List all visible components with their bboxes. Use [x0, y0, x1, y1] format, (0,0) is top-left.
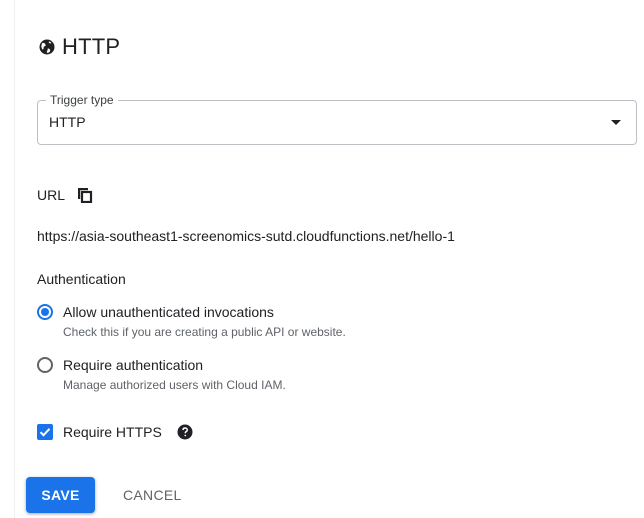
require-https-checkbox[interactable] — [37, 424, 53, 440]
copy-icon[interactable] — [77, 187, 93, 204]
panel-title: HTTP — [62, 34, 121, 59]
require-https-row[interactable]: Require HTTPS — [37, 423, 194, 441]
url-label: URL — [37, 187, 66, 203]
url-row: URL — [37, 187, 93, 204]
trigger-type-label: Trigger type — [46, 93, 118, 107]
allow-unauthenticated-option[interactable]: Allow unauthenticated invocations Check … — [37, 303, 346, 339]
cancel-button[interactable]: CANCEL — [111, 477, 194, 513]
require-authentication-text: Require authentication Manage authorized… — [63, 356, 286, 392]
require-authentication-radio[interactable] — [37, 357, 53, 373]
require-authentication-option[interactable]: Require authentication Manage authorized… — [37, 356, 286, 392]
require-https-label: Require HTTPS — [63, 424, 162, 440]
allow-unauthenticated-help: Check this if you are creating a public … — [63, 325, 346, 339]
dropdown-arrow-icon[interactable] — [611, 120, 621, 125]
require-authentication-label: Require authentication — [63, 357, 204, 373]
trigger-type-value: HTTP — [49, 114, 86, 130]
globe-icon — [38, 38, 56, 56]
function-url[interactable]: https://asia-southeast1-screenomics-sutd… — [37, 228, 455, 244]
allow-unauthenticated-label: Allow unauthenticated invocations — [63, 304, 274, 320]
authentication-heading: Authentication — [37, 271, 126, 287]
panel-header: HTTP — [38, 34, 120, 60]
allow-unauthenticated-radio[interactable] — [37, 304, 53, 320]
save-button[interactable]: SAVE — [26, 477, 95, 513]
panel-divider — [14, 0, 15, 518]
checkmark-icon — [39, 428, 51, 437]
require-authentication-help: Manage authorized users with Cloud IAM. — [63, 378, 286, 392]
allow-unauthenticated-text: Allow unauthenticated invocations Check … — [63, 303, 346, 339]
help-icon[interactable] — [176, 423, 194, 441]
trigger-type-select[interactable]: Trigger type HTTP — [37, 93, 637, 145]
http-trigger-panel: HTTP Trigger type HTTP URL https://asia-… — [0, 0, 644, 518]
form-actions: SAVE CANCEL — [26, 477, 194, 513]
